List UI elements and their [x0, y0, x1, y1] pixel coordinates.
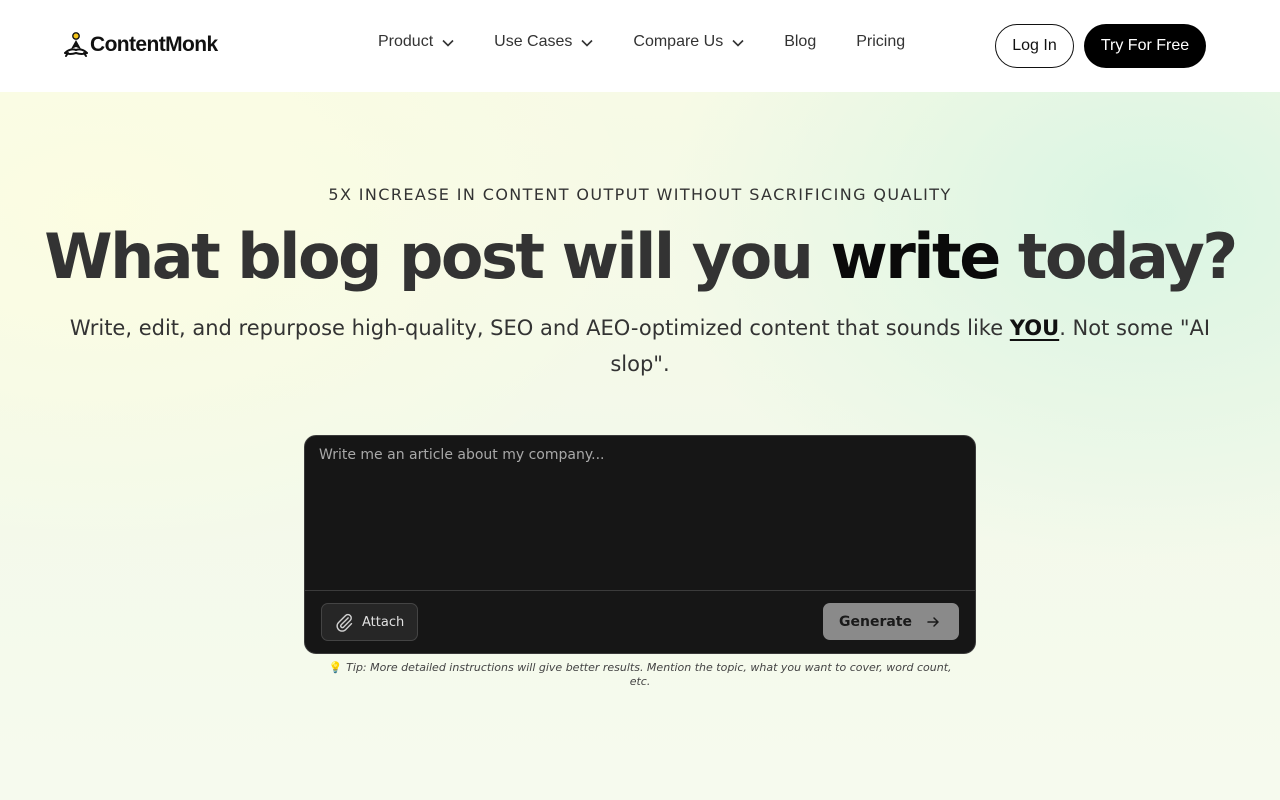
- tip-text: Tip: More detailed instructions will giv…: [346, 661, 952, 688]
- hero-section: 5X INCREASE IN CONTENT OUTPUT WITHOUT SA…: [0, 92, 1280, 800]
- paperclip-icon: [336, 613, 353, 632]
- generate-button[interactable]: Generate: [823, 603, 959, 640]
- nav-item-label: Compare Us: [633, 33, 724, 50]
- nav-item-use-cases[interactable]: Use Cases: [494, 33, 593, 51]
- composer-tip: 💡 Tip: More detailed instructions will gi…: [320, 661, 960, 689]
- nav-item-label: Blog: [784, 33, 817, 50]
- try-for-free-button[interactable]: Try For Free: [1084, 24, 1206, 68]
- chevron-down-icon: [581, 39, 593, 47]
- login-button[interactable]: Log In: [995, 24, 1074, 68]
- headline-emphasis: write: [830, 220, 1001, 293]
- chevron-down-icon: [442, 39, 454, 47]
- monk-logo-icon: [64, 32, 88, 57]
- prompt-input[interactable]: [305, 436, 975, 590]
- brand-logo[interactable]: ContentMonk: [64, 30, 218, 60]
- arrow-right-icon: [927, 616, 939, 627]
- headline-part-2: today?: [998, 220, 1238, 293]
- nav-item-product[interactable]: Product: [378, 33, 454, 51]
- nav-item-compare-us[interactable]: Compare Us: [633, 33, 744, 51]
- prompt-composer: Attach Generate: [304, 435, 976, 654]
- hero-headline: What blog post will you write today?: [0, 220, 1280, 293]
- composer-divider: [305, 590, 975, 591]
- generate-label: Generate: [839, 613, 912, 630]
- site-header: ContentMonk Product Use Cases Compare Us…: [0, 0, 1280, 92]
- nav-item-label: Use Cases: [494, 33, 573, 50]
- lightbulb-icon: 💡: [328, 661, 343, 674]
- nav-item-label: Product: [378, 33, 434, 50]
- subhead-emphasis: YOU: [1009, 316, 1060, 340]
- nav-item-pricing[interactable]: Pricing: [856, 33, 905, 51]
- main-nav: Product Use Cases Compare Us Blog Pricin…: [378, 33, 905, 51]
- attach-button[interactable]: Attach: [321, 603, 418, 641]
- hero-subheading: Write, edit, and repurpose high-quality,…: [60, 310, 1220, 382]
- headline-part-1: What blog post will you: [44, 220, 831, 293]
- chevron-down-icon: [732, 39, 744, 47]
- hero-eyebrow: 5X INCREASE IN CONTENT OUTPUT WITHOUT SA…: [328, 185, 952, 204]
- subhead-part-1: Write, edit, and repurpose high-quality,…: [69, 316, 1010, 340]
- attach-label: Attach: [362, 614, 405, 630]
- nav-item-label: Pricing: [856, 33, 906, 50]
- nav-item-blog[interactable]: Blog: [784, 33, 816, 51]
- brand-name: ContentMonk: [90, 33, 218, 56]
